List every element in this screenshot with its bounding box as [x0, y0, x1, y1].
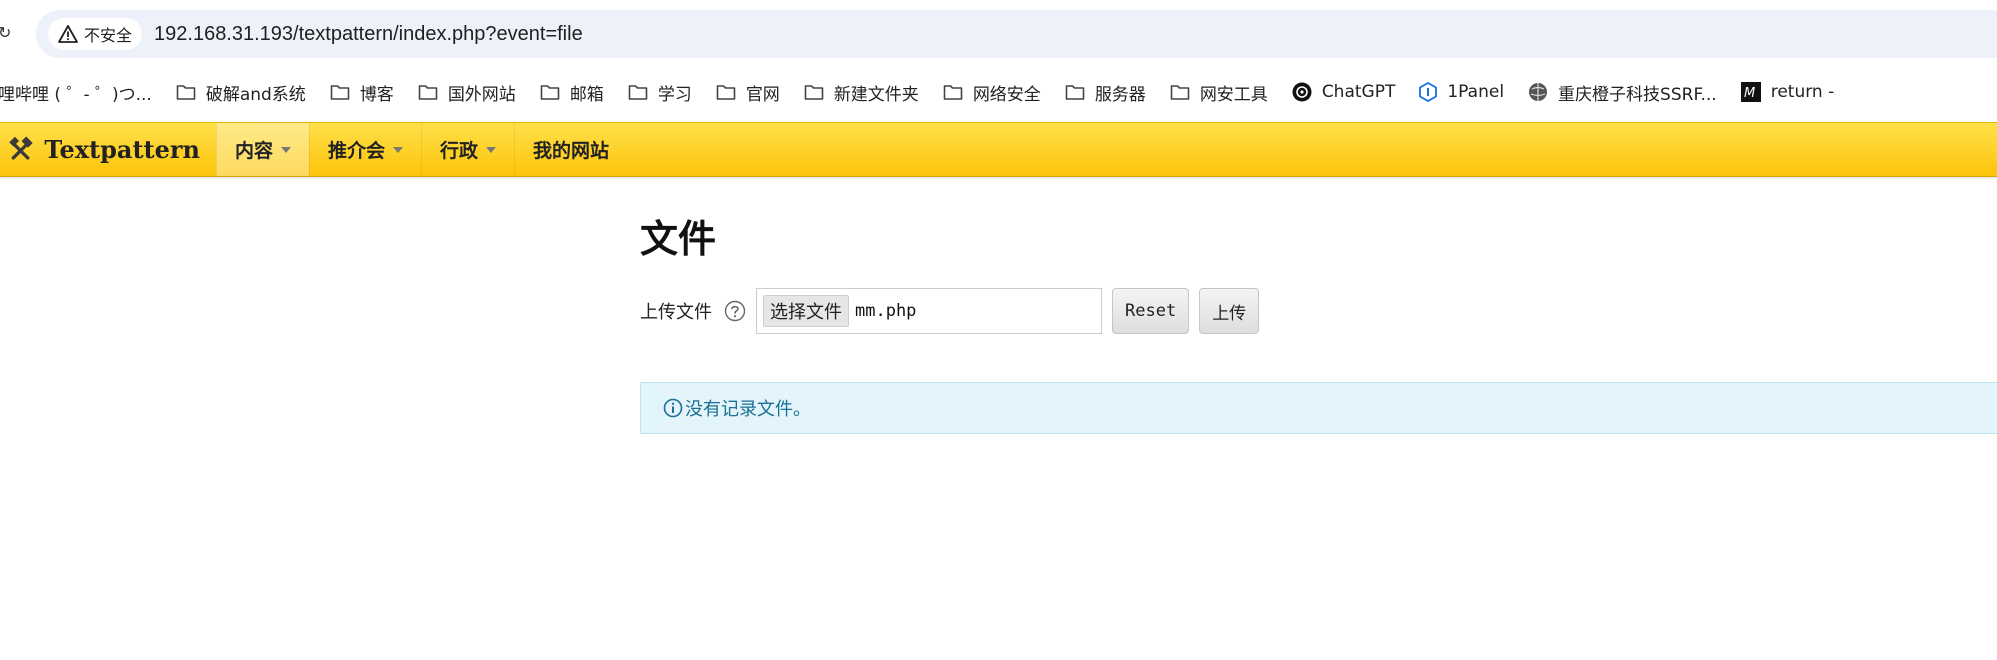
bookmark-label: 网安工具 [1199, 84, 1268, 105]
upload-form: 上传文件 选择文件 mm.php Reset 上传 [640, 288, 1260, 334]
bookmark-item[interactable]: 网安工具 [1158, 76, 1280, 108]
folder-icon [804, 83, 824, 101]
upload-label: 上传文件 [640, 302, 712, 323]
chatgpt-icon [1292, 82, 1312, 102]
nav-menu-my-site[interactable]: 我的网站 [514, 123, 627, 176]
bookmark-label: 邮箱 [569, 84, 604, 105]
bookmark-label: 官网 [745, 84, 780, 105]
bookmark-item[interactable]: 网络安全 [931, 76, 1053, 108]
bookmark-label: 重庆橙子科技SSRF... [1558, 84, 1717, 105]
bookmark-label: 网络安全 [972, 84, 1041, 105]
reset-button[interactable]: Reset [1112, 288, 1190, 334]
bookmark-item[interactable]: 学习 [616, 76, 704, 108]
caret-down-icon [486, 146, 497, 153]
info-icon [663, 398, 683, 418]
selected-file-name: mm.php [855, 301, 917, 321]
bookmark-label: 破解and系统 [205, 84, 306, 105]
url-text[interactable]: 192.168.31.193/textpattern/index.php?eve… [154, 23, 583, 46]
nav-menu-label: 内容 [235, 140, 274, 162]
bookmarks-bar: 哩哔哩 ( ゜- ゜)つ... 破解and系统 博客 国外网站 邮箱 学习 官网 新建文件夹 网… [0, 72, 1997, 112]
folder-icon [540, 83, 560, 101]
bookmark-item[interactable]: 博客 [318, 76, 406, 108]
folder-icon [716, 83, 736, 101]
bookmark-label: 博客 [359, 84, 394, 105]
folder-icon [1065, 83, 1085, 101]
bookmark-item[interactable]: 官网 [704, 76, 792, 108]
1panel-icon [1419, 82, 1438, 102]
bookmark-item[interactable]: 服务器 [1053, 76, 1158, 108]
nav-menu-label: 我的网站 [533, 140, 610, 162]
bookmark-item[interactable]: 1Panel [1407, 76, 1516, 108]
bookmark-label: 学习 [657, 84, 692, 105]
nav-menu-content[interactable]: 内容 [216, 123, 310, 176]
folder-icon [1170, 83, 1190, 101]
admin-nav-bar: Textpattern 内容 推介会 行政 我的网站 [0, 122, 1997, 177]
file-input[interactable]: 选择文件 mm.php [756, 288, 1102, 334]
nav-menu-presentation[interactable]: 推介会 [309, 123, 421, 176]
reload-icon[interactable]: ↻ [0, 22, 11, 44]
folder-icon [176, 83, 196, 101]
svg-text:M: M [1744, 86, 1755, 101]
security-label: 不安全 [84, 26, 133, 45]
bookmark-label: ChatGPT [1321, 82, 1396, 102]
bookmark-item[interactable]: ChatGPT [1280, 76, 1408, 108]
caret-down-icon [393, 146, 404, 153]
bookmark-item[interactable]: 邮箱 [528, 76, 616, 108]
bookmark-item[interactable]: 新建文件夹 [792, 76, 931, 108]
help-icon[interactable] [724, 300, 746, 322]
info-message-text: 没有记录文件。 [685, 399, 811, 420]
m-logo-icon: M [1740, 82, 1761, 102]
browser-toolbar: ↻ 不安全 192.168.31.193/textpattern/index.p… [0, 0, 1997, 68]
textpattern-logo-icon [9, 136, 33, 160]
bookmark-label: 哩哔哩 ( ゜- ゜)つ... [0, 84, 152, 105]
bookmark-label: 1Panel [1447, 82, 1505, 102]
security-indicator[interactable]: 不安全 [48, 18, 143, 50]
brand[interactable]: Textpattern [0, 123, 216, 176]
nav-menu-admin[interactable]: 行政 [421, 123, 514, 176]
bookmark-label: 国外网站 [447, 84, 516, 105]
folder-icon [943, 83, 963, 101]
bookmark-label: return - [1770, 82, 1835, 102]
caret-down-icon [281, 146, 292, 153]
upload-button[interactable]: 上传 [1199, 288, 1260, 334]
bookmark-item[interactable]: 破解and系统 [164, 76, 318, 108]
nav-menu-label: 行政 [440, 140, 479, 162]
address-bar[interactable]: 不安全 192.168.31.193/textpattern/index.php… [36, 10, 1997, 58]
folder-icon [330, 83, 350, 101]
brand-name: Textpattern [44, 135, 200, 164]
folder-icon [418, 83, 438, 101]
globe-icon [1528, 82, 1548, 102]
folder-icon [628, 83, 648, 101]
choose-file-button[interactable]: 选择文件 [763, 295, 849, 327]
page-title: 文件 [640, 217, 717, 261]
bookmark-item[interactable]: Mreturn - [1729, 76, 1847, 108]
nav-menu-label: 推介会 [328, 140, 386, 162]
warning-icon [58, 25, 78, 43]
info-message-box: 没有记录文件。 [640, 382, 1997, 434]
bookmark-item[interactable]: 重庆橙子科技SSRF... [1516, 76, 1729, 108]
bookmark-label: 服务器 [1094, 84, 1146, 105]
bookmark-label: 新建文件夹 [833, 84, 919, 105]
bookmark-item[interactable]: 哩哔哩 ( ゜- ゜)つ... [0, 76, 164, 108]
bookmark-item[interactable]: 国外网站 [406, 76, 528, 108]
